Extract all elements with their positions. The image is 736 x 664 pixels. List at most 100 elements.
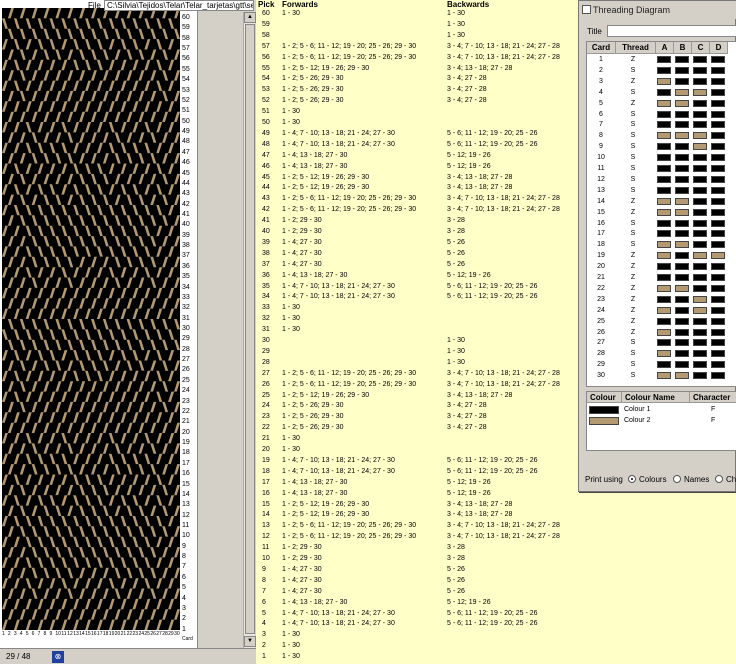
hole-colour[interactable]: [675, 154, 689, 162]
hole-colour[interactable]: [711, 306, 725, 314]
hole-colour[interactable]: [711, 165, 725, 172]
hole-colour[interactable]: [693, 143, 707, 151]
scroll-up-arrow-icon[interactable]: ▲: [244, 12, 256, 23]
hole-colour[interactable]: [711, 263, 725, 271]
threading-row[interactable]: 2S: [587, 66, 736, 75]
threading-row[interactable]: 20 Z: [587, 262, 736, 271]
threading-row[interactable]: 8S: [587, 131, 736, 140]
pick-row[interactable]: 4 1 - 4; 7 - 10; 13 - 18; 21 - 24; 27 - 3…: [256, 618, 736, 629]
threading-row[interactable]: 7S: [587, 120, 736, 129]
threading-row[interactable]: 22 Z: [587, 284, 736, 293]
radio-names-label[interactable]: Names: [684, 475, 709, 484]
hole-colour[interactable]: [675, 219, 689, 227]
hole-colour[interactable]: [657, 56, 671, 63]
hole-colour[interactable]: [657, 263, 671, 271]
pick-row[interactable]: 12 1 - 2; 5 - 6; 11 - 12; 19 - 20; 25 - 2…: [256, 531, 736, 542]
hole-colour[interactable]: [711, 252, 725, 260]
threading-row[interactable]: 15 Z: [587, 208, 736, 217]
hole-colour[interactable]: [657, 175, 671, 183]
hole-colour[interactable]: [693, 77, 707, 85]
hole-colour[interactable]: [657, 284, 671, 292]
threading-row[interactable]: 24 Z: [587, 306, 736, 315]
hole-colour[interactable]: [675, 175, 689, 183]
hole-colour[interactable]: [693, 99, 707, 107]
threading-row[interactable]: 23 Z: [587, 295, 736, 304]
pick-row[interactable]: 3 1 - 30: [256, 629, 736, 640]
hole-colour[interactable]: [693, 56, 707, 63]
hole-colour[interactable]: [675, 56, 689, 63]
threading-row[interactable]: 14 Z: [587, 197, 736, 206]
threading-row[interactable]: 17 S: [587, 229, 736, 238]
hole-colour[interactable]: [693, 175, 707, 183]
pick-row[interactable]: 10 1 - 2; 29 - 30 3 - 28: [256, 553, 736, 564]
threading-row[interactable]: 12 S: [587, 175, 736, 184]
threading-row[interactable]: 10 S: [587, 153, 736, 162]
hole-colour[interactable]: [693, 306, 707, 314]
hole-colour[interactable]: [693, 88, 707, 96]
hole-colour[interactable]: [675, 350, 689, 358]
hole-colour[interactable]: [675, 361, 689, 369]
hole-colour[interactable]: [711, 77, 725, 85]
hole-colour[interactable]: [675, 339, 689, 347]
hole-colour[interactable]: [711, 197, 725, 205]
hole-colour[interactable]: [711, 56, 725, 63]
hole-colour[interactable]: [693, 208, 707, 216]
hole-colour[interactable]: [693, 361, 707, 369]
hole-colour[interactable]: [675, 121, 689, 129]
hole-colour[interactable]: [657, 372, 671, 380]
hole-colour[interactable]: [675, 208, 689, 216]
hole-colour[interactable]: [657, 274, 671, 281]
threading-row[interactable]: 28 S: [587, 349, 736, 358]
hole-colour[interactable]: [711, 175, 725, 183]
hole-colour[interactable]: [711, 317, 725, 325]
hole-colour[interactable]: [711, 121, 725, 129]
hole-colour[interactable]: [711, 339, 725, 347]
hole-colour[interactable]: [675, 186, 689, 194]
radio-names[interactable]: [673, 475, 681, 483]
threading-row[interactable]: 1Z: [587, 55, 736, 64]
hole-colour[interactable]: [693, 132, 707, 140]
hole-colour[interactable]: [693, 284, 707, 292]
colour-row[interactable]: Colour 1 F: [587, 405, 736, 415]
hole-colour[interactable]: [693, 110, 707, 118]
hole-colour[interactable]: [711, 99, 725, 107]
threading-row[interactable]: 11 S: [587, 164, 736, 173]
hole-colour[interactable]: [657, 230, 671, 238]
hole-colour[interactable]: [675, 132, 689, 140]
hole-colour[interactable]: [657, 77, 671, 85]
hole-colour[interactable]: [657, 110, 671, 118]
threading-row[interactable]: 18 S: [587, 240, 736, 249]
hole-colour[interactable]: [675, 328, 689, 336]
hole-colour[interactable]: [693, 372, 707, 380]
colour-swatch[interactable]: [589, 406, 619, 414]
hole-colour[interactable]: [675, 241, 689, 249]
hole-colour[interactable]: [711, 219, 725, 227]
hole-colour[interactable]: [657, 143, 671, 151]
threading-row[interactable]: 13 S: [587, 186, 736, 195]
file-menu[interactable]: File: [88, 1, 101, 10]
radio-character-label[interactable]: Cha: [726, 475, 736, 484]
pick-row[interactable]: 14 1 - 2; 5 - 12; 19 - 26; 29 - 30 3 - 4; …: [256, 509, 736, 520]
hole-colour[interactable]: [675, 295, 689, 303]
hole-colour[interactable]: [657, 252, 671, 260]
hole-colour[interactable]: [657, 317, 671, 325]
pick-row[interactable]: 9 1 - 4; 27 - 30 5 - 26: [256, 564, 736, 575]
threading-row[interactable]: 26 Z: [587, 328, 736, 337]
colour-swatch[interactable]: [589, 417, 619, 425]
hole-colour[interactable]: [711, 295, 725, 303]
hole-colour[interactable]: [675, 88, 689, 96]
radio-character[interactable]: [715, 475, 723, 483]
hole-colour[interactable]: [675, 252, 689, 260]
hole-colour[interactable]: [657, 99, 671, 107]
hole-colour[interactable]: [675, 306, 689, 314]
hole-colour[interactable]: [711, 154, 725, 162]
hole-colour[interactable]: [693, 121, 707, 129]
hole-colour[interactable]: [711, 328, 725, 336]
threading-row[interactable]: 9S: [587, 142, 736, 151]
hole-colour[interactable]: [711, 350, 725, 358]
hole-colour[interactable]: [657, 361, 671, 369]
hole-colour[interactable]: [711, 230, 725, 238]
vertical-scrollbar[interactable]: ▲ ▼: [243, 12, 256, 648]
hole-colour[interactable]: [657, 121, 671, 129]
hole-colour[interactable]: [675, 165, 689, 172]
